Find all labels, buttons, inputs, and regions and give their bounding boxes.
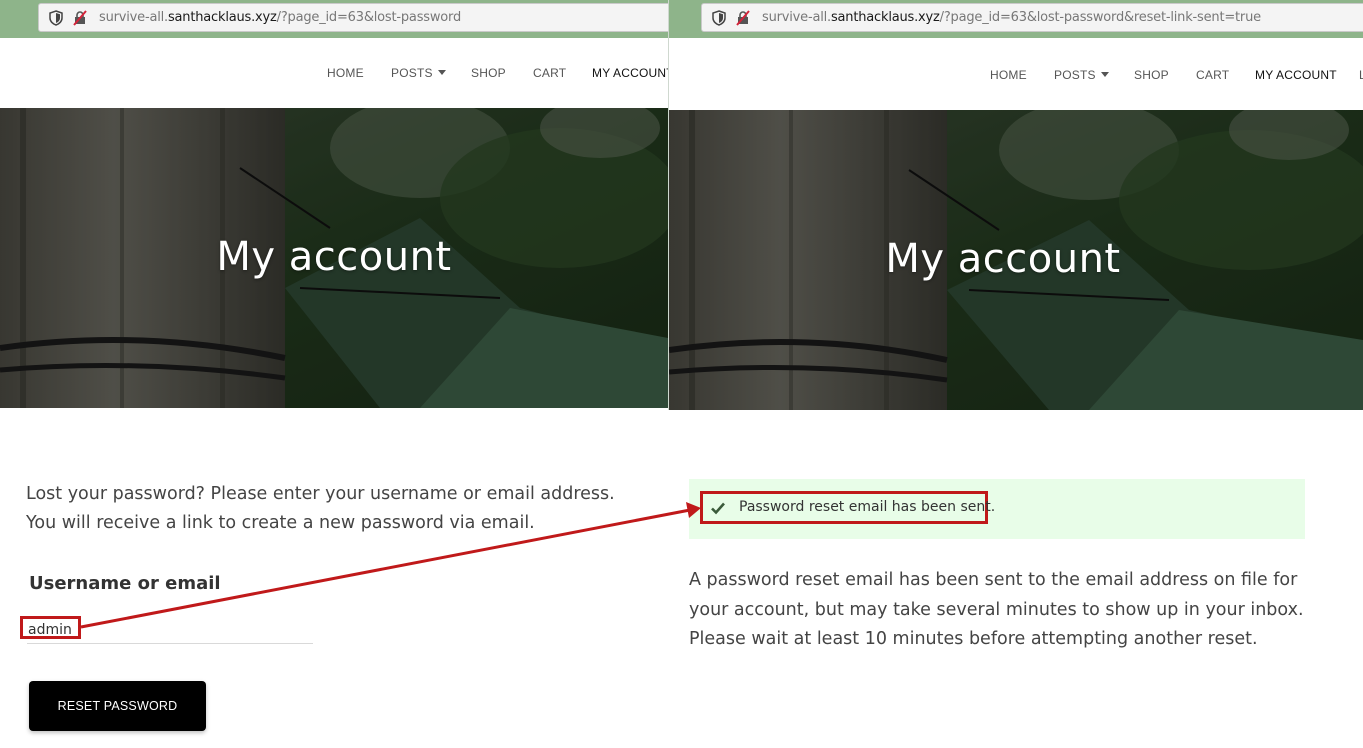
nav-login-partial[interactable]: L [1359, 68, 1363, 82]
nav-cart[interactable]: CART [533, 66, 566, 80]
hero-banner: My account [0, 108, 668, 408]
annotation-box-username [20, 616, 81, 639]
nav-my-account[interactable]: MY ACCOUNT [1255, 68, 1337, 82]
main-nav: HOME POSTS SHOP CART MY ACCOUNT L [669, 64, 1363, 86]
browser-toolbar: survive-all.santhacklaus.xyz/?page_id=63… [669, 0, 1363, 38]
shield-icon[interactable] [45, 9, 67, 26]
browser-toolbar: survive-all.santhacklaus.xyz/?page_id=63… [0, 0, 668, 38]
check-icon [711, 502, 725, 515]
nav-home[interactable]: HOME [990, 68, 1027, 82]
right-screenshot: survive-all.santhacklaus.xyz/?page_id=63… [669, 0, 1363, 748]
address-bar[interactable]: survive-all.santhacklaus.xyz/?page_id=63… [38, 3, 668, 32]
nav-shop[interactable]: SHOP [471, 66, 506, 80]
nav-home[interactable]: HOME [327, 66, 364, 80]
caret-down-icon [1100, 72, 1109, 77]
url-text[interactable]: survive-all.santhacklaus.xyz/?page_id=63… [762, 10, 1261, 25]
shield-icon[interactable] [708, 9, 730, 26]
page-title: My account [885, 236, 1121, 282]
url-text[interactable]: survive-all.santhacklaus.xyz/?page_id=63… [99, 10, 461, 25]
username-label: Username or email [29, 573, 221, 594]
nav-posts[interactable]: POSTS [391, 66, 446, 80]
reset-sent-message: A password reset email has been sent to … [689, 570, 1304, 649]
left-screenshot: survive-all.santhacklaus.xyz/?page_id=63… [0, 0, 668, 748]
reset-password-button[interactable]: RESET PASSWORD [29, 681, 206, 731]
notice-message: Password reset email has been sent. [739, 499, 996, 515]
main-nav: HOME POSTS SHOP CART MY ACCOUNT [0, 62, 668, 84]
nav-cart[interactable]: CART [1196, 68, 1229, 82]
tracking-blocked-icon[interactable] [732, 9, 754, 26]
nav-my-account[interactable]: MY ACCOUNT [592, 66, 668, 80]
lost-password-instructions: Lost your password? Please enter your us… [26, 484, 615, 533]
nav-shop[interactable]: SHOP [1134, 68, 1169, 82]
caret-down-icon [437, 70, 446, 75]
address-bar[interactable]: survive-all.santhacklaus.xyz/?page_id=63… [701, 3, 1363, 32]
page-title: My account [216, 234, 452, 280]
nav-posts[interactable]: POSTS [1054, 68, 1109, 82]
hero-banner: My account [669, 110, 1363, 410]
tracking-blocked-icon[interactable] [69, 9, 91, 26]
